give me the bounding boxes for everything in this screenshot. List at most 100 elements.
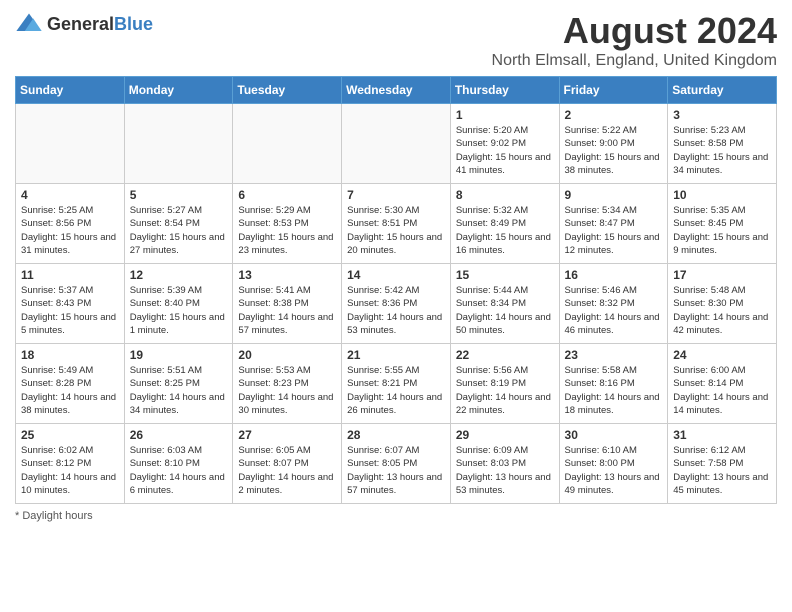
day-info: Sunrise: 6:03 AM Sunset: 8:10 PM Dayligh… [130, 444, 228, 497]
calendar-cell-w1d6: 2 Sunrise: 5:22 AM Sunset: 9:00 PM Daylig… [559, 104, 668, 184]
footer-note: * Daylight hours [15, 510, 777, 522]
day-number: 18 [21, 348, 119, 362]
day-number: 1 [456, 108, 554, 122]
day-number: 16 [565, 268, 663, 282]
day-number: 28 [347, 428, 445, 442]
calendar-week-1: 1 Sunrise: 5:20 AM Sunset: 9:02 PM Daylig… [16, 104, 777, 184]
day-number: 7 [347, 188, 445, 202]
day-number: 15 [456, 268, 554, 282]
calendar-cell-w5d4: 28 Sunrise: 6:07 AM Sunset: 8:05 PM Dayli… [342, 424, 451, 504]
day-info: Sunrise: 5:34 AM Sunset: 8:47 PM Dayligh… [565, 204, 663, 257]
day-number: 23 [565, 348, 663, 362]
calendar-cell-w2d6: 9 Sunrise: 5:34 AM Sunset: 8:47 PM Daylig… [559, 184, 668, 264]
calendar-cell-w2d5: 8 Sunrise: 5:32 AM Sunset: 8:49 PM Daylig… [450, 184, 559, 264]
day-info: Sunrise: 6:10 AM Sunset: 8:00 PM Dayligh… [565, 444, 663, 497]
calendar-cell-w1d7: 3 Sunrise: 5:23 AM Sunset: 8:58 PM Daylig… [668, 104, 777, 184]
day-info: Sunrise: 6:02 AM Sunset: 8:12 PM Dayligh… [21, 444, 119, 497]
day-info: Sunrise: 5:49 AM Sunset: 8:28 PM Dayligh… [21, 364, 119, 417]
day-info: Sunrise: 5:48 AM Sunset: 8:30 PM Dayligh… [673, 284, 771, 337]
calendar-cell-w4d1: 18 Sunrise: 5:49 AM Sunset: 8:28 PM Dayli… [16, 344, 125, 424]
day-info: Sunrise: 5:23 AM Sunset: 8:58 PM Dayligh… [673, 124, 771, 177]
calendar-cell-w3d3: 13Sunrise: 5:41 AM Sunset: 8:38 PM Dayli… [233, 264, 342, 344]
day-info: Sunrise: 5:41 AM Sunset: 8:38 PM Dayligh… [238, 284, 336, 337]
day-info: Sunrise: 5:20 AM Sunset: 9:02 PM Dayligh… [456, 124, 554, 177]
day-number: 11 [21, 268, 119, 282]
day-info: Sunrise: 5:22 AM Sunset: 9:00 PM Dayligh… [565, 124, 663, 177]
calendar-cell-w4d2: 19 Sunrise: 5:51 AM Sunset: 8:25 PM Dayli… [124, 344, 233, 424]
day-info: Sunrise: 5:37 AM Sunset: 8:43 PM Dayligh… [21, 284, 119, 337]
day-info: Sunrise: 5:53 AM Sunset: 8:23 PM Dayligh… [238, 364, 336, 417]
day-number: 31 [673, 428, 771, 442]
col-tuesday: Tuesday [233, 77, 342, 104]
location-subtitle: North Elmsall, England, United Kingdom [492, 52, 777, 70]
calendar-cell-w3d5: 15 Sunrise: 5:44 AM Sunset: 8:34 PM Dayli… [450, 264, 559, 344]
calendar-week-5: 25 Sunrise: 6:02 AM Sunset: 8:12 PM Dayli… [16, 424, 777, 504]
calendar-cell-w4d6: 23 Sunrise: 5:58 AM Sunset: 8:16 PM Dayli… [559, 344, 668, 424]
logo-text-blue: Blue [114, 14, 153, 34]
day-info: Sunrise: 5:29 AM Sunset: 8:53 PM Dayligh… [238, 204, 336, 257]
calendar-cell-w2d2: 5 Sunrise: 5:27 AM Sunset: 8:54 PM Daylig… [124, 184, 233, 264]
day-info: Sunrise: 6:07 AM Sunset: 8:05 PM Dayligh… [347, 444, 445, 497]
calendar-cell-w4d5: 22 Sunrise: 5:56 AM Sunset: 8:19 PM Dayli… [450, 344, 559, 424]
day-number: 20 [238, 348, 336, 362]
calendar-cell-w5d1: 25 Sunrise: 6:02 AM Sunset: 8:12 PM Dayli… [16, 424, 125, 504]
day-info: Sunrise: 5:44 AM Sunset: 8:34 PM Dayligh… [456, 284, 554, 337]
col-friday: Friday [559, 77, 668, 104]
calendar-table: Sunday Monday Tuesday Wednesday Thursday… [15, 76, 777, 504]
day-info: Sunrise: 5:30 AM Sunset: 8:51 PM Dayligh… [347, 204, 445, 257]
calendar-cell-w1d1 [16, 104, 125, 184]
calendar-cell-w4d7: 24Sunrise: 6:00 AM Sunset: 8:14 PM Dayli… [668, 344, 777, 424]
calendar-cell-w5d7: 31 Sunrise: 6:12 AM Sunset: 7:58 PM Dayli… [668, 424, 777, 504]
day-info: Sunrise: 6:09 AM Sunset: 8:03 PM Dayligh… [456, 444, 554, 497]
day-number: 14 [347, 268, 445, 282]
day-number: 27 [238, 428, 336, 442]
day-info: Sunrise: 5:46 AM Sunset: 8:32 PM Dayligh… [565, 284, 663, 337]
calendar-cell-w3d2: 12Sunrise: 5:39 AM Sunset: 8:40 PM Dayli… [124, 264, 233, 344]
day-info: Sunrise: 5:35 AM Sunset: 8:45 PM Dayligh… [673, 204, 771, 257]
day-number: 19 [130, 348, 228, 362]
day-info: Sunrise: 5:58 AM Sunset: 8:16 PM Dayligh… [565, 364, 663, 417]
col-saturday: Saturday [668, 77, 777, 104]
day-number: 8 [456, 188, 554, 202]
day-info: Sunrise: 6:12 AM Sunset: 7:58 PM Dayligh… [673, 444, 771, 497]
calendar-body: 1 Sunrise: 5:20 AM Sunset: 9:02 PM Daylig… [16, 104, 777, 504]
day-number: 26 [130, 428, 228, 442]
header-row: Sunday Monday Tuesday Wednesday Thursday… [16, 77, 777, 104]
day-number: 10 [673, 188, 771, 202]
calendar-cell-w5d6: 30Sunrise: 6:10 AM Sunset: 8:00 PM Dayli… [559, 424, 668, 504]
calendar-cell-w1d2 [124, 104, 233, 184]
title-area: August 2024 North Elmsall, England, Unit… [492, 10, 777, 70]
day-number: 22 [456, 348, 554, 362]
day-info: Sunrise: 5:32 AM Sunset: 8:49 PM Dayligh… [456, 204, 554, 257]
calendar-week-3: 11 Sunrise: 5:37 AM Sunset: 8:43 PM Dayli… [16, 264, 777, 344]
day-info: Sunrise: 5:25 AM Sunset: 8:56 PM Dayligh… [21, 204, 119, 257]
footer-text: Daylight hours [22, 510, 92, 522]
day-number: 17 [673, 268, 771, 282]
month-year-title: August 2024 [492, 10, 777, 52]
day-info: Sunrise: 5:56 AM Sunset: 8:19 PM Dayligh… [456, 364, 554, 417]
calendar-cell-w2d1: 4Sunrise: 5:25 AM Sunset: 8:56 PM Daylig… [16, 184, 125, 264]
logo-icon [15, 10, 43, 38]
calendar-cell-w3d1: 11 Sunrise: 5:37 AM Sunset: 8:43 PM Dayli… [16, 264, 125, 344]
col-monday: Monday [124, 77, 233, 104]
logo-text-general: General [47, 14, 114, 34]
day-info: Sunrise: 5:27 AM Sunset: 8:54 PM Dayligh… [130, 204, 228, 257]
calendar-cell-w3d4: 14Sunrise: 5:42 AM Sunset: 8:36 PM Dayli… [342, 264, 451, 344]
day-number: 3 [673, 108, 771, 122]
day-number: 29 [456, 428, 554, 442]
day-number: 25 [21, 428, 119, 442]
day-number: 24 [673, 348, 771, 362]
day-info: Sunrise: 5:39 AM Sunset: 8:40 PM Dayligh… [130, 284, 228, 337]
calendar-cell-w5d5: 29 Sunrise: 6:09 AM Sunset: 8:03 PM Dayli… [450, 424, 559, 504]
day-number: 21 [347, 348, 445, 362]
calendar-cell-w5d3: 27Sunrise: 6:05 AM Sunset: 8:07 PM Dayli… [233, 424, 342, 504]
calendar-cell-w4d3: 20 Sunrise: 5:53 AM Sunset: 8:23 PM Dayli… [233, 344, 342, 424]
day-number: 2 [565, 108, 663, 122]
day-number: 5 [130, 188, 228, 202]
day-info: Sunrise: 5:51 AM Sunset: 8:25 PM Dayligh… [130, 364, 228, 417]
calendar-cell-w1d3 [233, 104, 342, 184]
calendar-cell-w2d3: 6Sunrise: 5:29 AM Sunset: 8:53 PM Daylig… [233, 184, 342, 264]
day-number: 9 [565, 188, 663, 202]
calendar-cell-w2d7: 10 Sunrise: 5:35 AM Sunset: 8:45 PM Dayli… [668, 184, 777, 264]
calendar-cell-w1d5: 1 Sunrise: 5:20 AM Sunset: 9:02 PM Daylig… [450, 104, 559, 184]
